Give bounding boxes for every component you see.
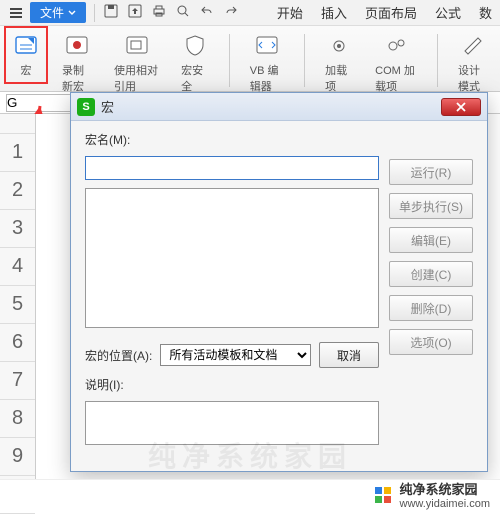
- addins-label: 加载项: [325, 62, 353, 94]
- row-header[interactable]: 2: [0, 172, 35, 210]
- tab-insert[interactable]: 插入: [319, 1, 349, 24]
- macro-security-label: 宏安全: [181, 62, 209, 94]
- addins-button[interactable]: 加载项: [321, 30, 357, 96]
- separator: [94, 4, 95, 22]
- undo-icon[interactable]: [199, 3, 215, 22]
- macro-listbox[interactable]: [85, 188, 379, 328]
- row-header[interactable]: 5: [0, 286, 35, 324]
- close-button[interactable]: [441, 98, 481, 116]
- macro-dialog: S 宏 宏名(M): 宏的位置(A): 所有活动模板和文档 取消 说明(I): …: [70, 92, 488, 472]
- row-header[interactable]: 1: [0, 134, 35, 172]
- ribbon-separator: [304, 34, 305, 87]
- ribbon-separator: [229, 34, 230, 87]
- vb-editor-button[interactable]: VB 编辑器: [246, 30, 289, 96]
- save-icon[interactable]: [103, 3, 119, 22]
- delete-button[interactable]: 删除(D): [389, 295, 473, 321]
- macro-icon: [12, 32, 40, 60]
- row-header[interactable]: 8: [0, 400, 35, 438]
- vb-editor-label: VB 编辑器: [250, 62, 285, 94]
- hamburger-menu[interactable]: [6, 5, 26, 21]
- watermark-footer: 纯净系统家园 www.yidaimei.com: [0, 479, 500, 509]
- step-button[interactable]: 单步执行(S): [389, 193, 473, 219]
- brand-url: www.yidaimei.com: [400, 498, 490, 510]
- row-headers: 1 2 3 4 5 6 7 8 9 10: [0, 114, 36, 479]
- file-menu-label: 文件: [40, 4, 64, 21]
- macro-button[interactable]: 宏: [8, 30, 44, 80]
- macro-name-label: 宏名(M):: [85, 131, 379, 148]
- macro-button-label: 宏: [21, 62, 32, 78]
- cancel-button-label: 取消: [337, 347, 361, 364]
- macro-desc-box[interactable]: [85, 401, 379, 445]
- print-preview-icon[interactable]: [175, 3, 191, 22]
- close-icon: [455, 101, 467, 113]
- run-button-label: 运行(R): [411, 164, 452, 181]
- ruler-icon: [459, 32, 487, 60]
- name-box[interactable]: [6, 94, 72, 112]
- com-addins-button[interactable]: COM 加载项: [371, 30, 421, 96]
- options-button[interactable]: 选项(O): [389, 329, 473, 355]
- macro-name-input[interactable]: [85, 156, 379, 180]
- save-as-icon[interactable]: [127, 3, 143, 22]
- relative-ref-icon: [123, 32, 151, 60]
- tab-data[interactable]: 数: [477, 1, 494, 24]
- row-header[interactable]: 4: [0, 248, 35, 286]
- ribbon-separator: [437, 34, 438, 87]
- row-header[interactable]: 7: [0, 362, 35, 400]
- create-button-label: 创建(C): [411, 266, 452, 283]
- record-macro-icon: [63, 32, 91, 60]
- row-header[interactable]: 6: [0, 324, 35, 362]
- brand-logo-icon: [374, 486, 392, 504]
- macro-location-label: 宏的位置(A):: [85, 347, 152, 364]
- edit-button-label: 编辑(E): [411, 232, 451, 249]
- gear-icon: [325, 32, 353, 60]
- macro-desc-label: 说明(I):: [85, 376, 379, 393]
- row-header[interactable]: 9: [0, 438, 35, 476]
- gears-icon: [382, 32, 410, 60]
- step-button-label: 单步执行(S): [399, 198, 463, 215]
- record-macro-label: 录制新宏: [62, 62, 92, 94]
- design-mode-button[interactable]: 设计模式: [454, 30, 492, 96]
- vb-editor-icon: [253, 32, 281, 60]
- tab-formula[interactable]: 公式: [433, 1, 463, 24]
- com-addins-label: COM 加载项: [375, 62, 417, 94]
- brand-name: 纯净系统家园: [400, 479, 490, 498]
- create-button[interactable]: 创建(C): [389, 261, 473, 287]
- chevron-down-icon: [68, 9, 76, 17]
- macro-location-select[interactable]: 所有活动模板和文档: [160, 344, 311, 366]
- dialog-title: 宏: [101, 97, 114, 116]
- quick-access-toolbar: [103, 3, 239, 22]
- select-all-cell[interactable]: [0, 114, 35, 134]
- shield-icon: [181, 32, 209, 60]
- record-macro-button[interactable]: 录制新宏: [58, 30, 96, 96]
- relative-ref-button[interactable]: 使用相对引用: [110, 30, 163, 96]
- cancel-button[interactable]: 取消: [319, 342, 379, 368]
- design-mode-label: 设计模式: [458, 62, 488, 94]
- tab-page-layout[interactable]: 页面布局: [363, 1, 419, 24]
- edit-button[interactable]: 编辑(E): [389, 227, 473, 253]
- options-button-label: 选项(O): [410, 334, 451, 351]
- run-button[interactable]: 运行(R): [389, 159, 473, 185]
- relative-ref-label: 使用相对引用: [114, 62, 159, 94]
- tab-home[interactable]: 开始: [275, 1, 305, 24]
- redo-icon[interactable]: [223, 3, 239, 22]
- macro-security-button[interactable]: 宏安全: [177, 30, 213, 96]
- print-icon[interactable]: [151, 3, 167, 22]
- row-header[interactable]: 3: [0, 210, 35, 248]
- file-menu[interactable]: 文件: [30, 2, 86, 23]
- app-logo-icon: S: [77, 98, 95, 116]
- delete-button-label: 删除(D): [411, 300, 452, 317]
